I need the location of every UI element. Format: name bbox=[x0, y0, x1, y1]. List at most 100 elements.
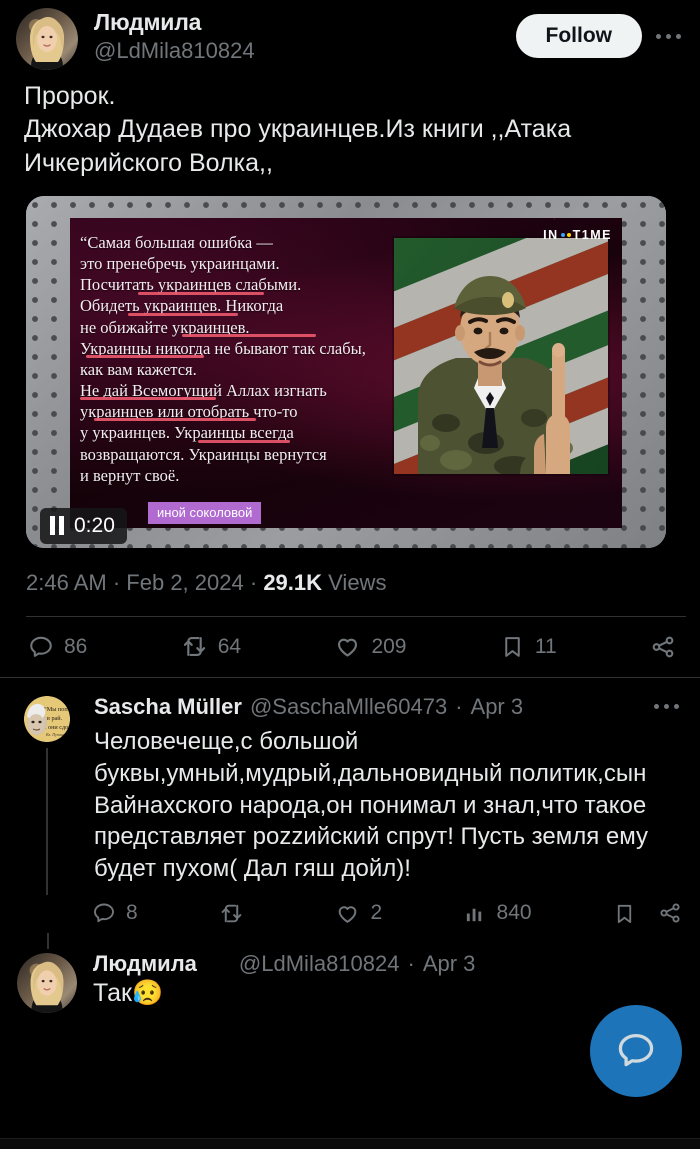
retweet-action[interactable]: 64 bbox=[181, 633, 241, 660]
bookmark-action[interactable]: 11 bbox=[500, 634, 557, 659]
bottom-reply-text-row: Так 😥 bbox=[93, 979, 684, 1008]
reply-handle: @SaschaMlle60473 bbox=[249, 693, 448, 719]
meta-separator-2: · bbox=[249, 569, 258, 595]
watermark-text: IN bbox=[543, 227, 559, 242]
blonde-woman-avatar bbox=[17, 953, 77, 1014]
bottom-reply-handle: @LdMila810824 bbox=[238, 951, 400, 977]
like-icon bbox=[338, 638, 358, 657]
reply-avatar-column: “Мы поп в рай. А они сдох Вл. Путин bbox=[16, 692, 78, 896]
video-caption: иной соколовой bbox=[148, 501, 262, 524]
blonde-woman-avatar bbox=[16, 8, 78, 70]
header-actions: Follow bbox=[515, 8, 687, 58]
reply-action-bar: 8 2 840 bbox=[0, 885, 700, 941]
highlight-underline bbox=[182, 333, 316, 338]
more-options-icon[interactable] bbox=[648, 692, 684, 722]
display-name: Людмила bbox=[94, 9, 202, 35]
highlight-underline bbox=[80, 396, 216, 401]
bottom-reply-date: Apr 3 bbox=[422, 951, 476, 977]
in-time-watermark: IN T1ME bbox=[543, 228, 612, 242]
bottom-reply-item: Людмила @LdMila810824 · Apr 3 Так 😥 bbox=[0, 933, 700, 1014]
pause-icon[interactable] bbox=[50, 516, 64, 536]
watermark-text-2: T1ME bbox=[572, 227, 612, 242]
reply-icon bbox=[94, 903, 114, 923]
video-screen: “Самая большая ошибка — это пренебречь у… bbox=[70, 217, 622, 528]
author-names: Людмила @LdMila810824 bbox=[94, 8, 255, 65]
tweet-action-bar: 86 64 209 11 bbox=[0, 617, 700, 677]
tweet-header: Людмила @LdMila810824 Follow bbox=[0, 0, 700, 72]
share-icon bbox=[652, 636, 674, 658]
video-controls[interactable]: 0:20 bbox=[40, 507, 127, 544]
name-row: Людмила bbox=[94, 9, 255, 35]
retweet-icon bbox=[221, 904, 242, 923]
avatar[interactable] bbox=[16, 8, 78, 70]
bottom-reply-content: Людмила @LdMila810824 · Apr 3 Так 😥 bbox=[77, 951, 684, 1013]
tweet-time: 2:46 AM bbox=[26, 569, 107, 595]
reply-display-name: Sascha Müller bbox=[94, 693, 242, 719]
like-action[interactable]: 2 bbox=[335, 901, 382, 926]
bottom-bar bbox=[0, 1138, 700, 1149]
bookmark-count: 11 bbox=[534, 634, 557, 658]
tweet-meta: 2:46 AM · Feb 2, 2024 · 29.1K Views bbox=[0, 548, 700, 596]
like-count: 209 bbox=[371, 634, 407, 658]
share-action[interactable] bbox=[658, 901, 682, 925]
ukraine-flag-icon bbox=[208, 14, 234, 32]
highlight-underline bbox=[94, 417, 256, 422]
caricature-avatar: “Мы поп в рай. А они сдох Вл. Путин bbox=[24, 695, 70, 742]
bottom-reply-header: Людмила @LdMila810824 · Apr 3 bbox=[93, 951, 684, 977]
watermark-dot-yellow bbox=[566, 232, 571, 237]
svg-text:в рай.: в рай. bbox=[47, 715, 63, 722]
retweet-action[interactable] bbox=[219, 901, 254, 926]
sad-face-emoji: 😥 bbox=[132, 979, 164, 1008]
share-action[interactable] bbox=[650, 634, 676, 660]
video-duration: 0:20 bbox=[74, 513, 115, 537]
more-options-icon[interactable] bbox=[650, 21, 686, 51]
video-player[interactable]: “Самая большая ошибка — это пренебречь у… bbox=[26, 195, 666, 548]
svg-text:Вл. Путин: Вл. Путин bbox=[46, 732, 64, 737]
bottom-reply-display-name: Людмила bbox=[93, 951, 197, 977]
follow-button[interactable]: Follow bbox=[515, 14, 642, 58]
views-icon bbox=[466, 908, 481, 921]
reply-item: “Мы поп в рай. А они сдох Вл. Путин Sasc… bbox=[0, 678, 700, 896]
tweet-media[interactable]: “Самая большая ошибка — это пренебречь у… bbox=[0, 180, 700, 548]
like-action[interactable]: 209 bbox=[334, 633, 406, 660]
compose-message-icon bbox=[618, 1033, 654, 1067]
bookmark-icon bbox=[505, 637, 520, 658]
reply-action[interactable]: 86 bbox=[28, 634, 87, 660]
bottom-reply-separator: · bbox=[407, 951, 415, 977]
reply-action[interactable]: 8 bbox=[92, 901, 138, 925]
author-handle: @LdMila810824 bbox=[94, 38, 255, 64]
highlight-underline bbox=[138, 291, 264, 296]
tweet-text: Пророк. Джохар Дудаев про украинцев.Из к… bbox=[24, 82, 572, 177]
views-count: 29.1K bbox=[263, 569, 323, 595]
svg-text:“Мы поп: “Мы поп bbox=[44, 706, 68, 713]
compose-message-button[interactable] bbox=[590, 1005, 682, 1097]
avatar[interactable]: “Мы поп в рай. А они сдох Вл. Путин bbox=[24, 695, 70, 742]
views-label: Views bbox=[328, 569, 387, 595]
reply-count: 8 bbox=[126, 901, 138, 925]
highlight-underline bbox=[86, 354, 204, 359]
tweet-date: Feb 2, 2024 bbox=[126, 569, 244, 595]
man-in-military-uniform-before-chechen-flag bbox=[394, 237, 608, 474]
thread-connector-line bbox=[46, 747, 48, 896]
meta-separator-1: · bbox=[112, 569, 121, 595]
reply-count: 86 bbox=[64, 634, 88, 658]
avatar[interactable] bbox=[17, 953, 77, 1014]
ukraine-flag-icon bbox=[205, 955, 231, 973]
views-action[interactable]: 840 bbox=[464, 901, 532, 925]
bookmark-icon bbox=[617, 904, 632, 923]
highlight-underline bbox=[128, 312, 238, 317]
reply-content: Sascha Müller @SaschaMlle60473 · Apr 3 Ч… bbox=[78, 692, 684, 886]
reply-icon bbox=[30, 636, 52, 657]
reply-date: Apr 3 bbox=[470, 693, 524, 719]
bookmark-action[interactable] bbox=[613, 902, 636, 925]
retweet-count: 64 bbox=[217, 634, 242, 658]
watermark-dot-blue bbox=[560, 232, 565, 237]
bottom-reply-text: Так bbox=[93, 979, 132, 1008]
views-count: 840 bbox=[496, 901, 532, 925]
reply-header: Sascha Müller @SaschaMlle60473 · Apr 3 bbox=[94, 692, 684, 722]
share-icon bbox=[660, 903, 680, 923]
like-count: 2 bbox=[370, 901, 383, 925]
video-still-photo bbox=[394, 237, 608, 474]
highlight-underline bbox=[198, 439, 290, 444]
tweet-detail-screen: Людмила @LdMila810824 Follow Пророк. Джо… bbox=[0, 0, 700, 1149]
